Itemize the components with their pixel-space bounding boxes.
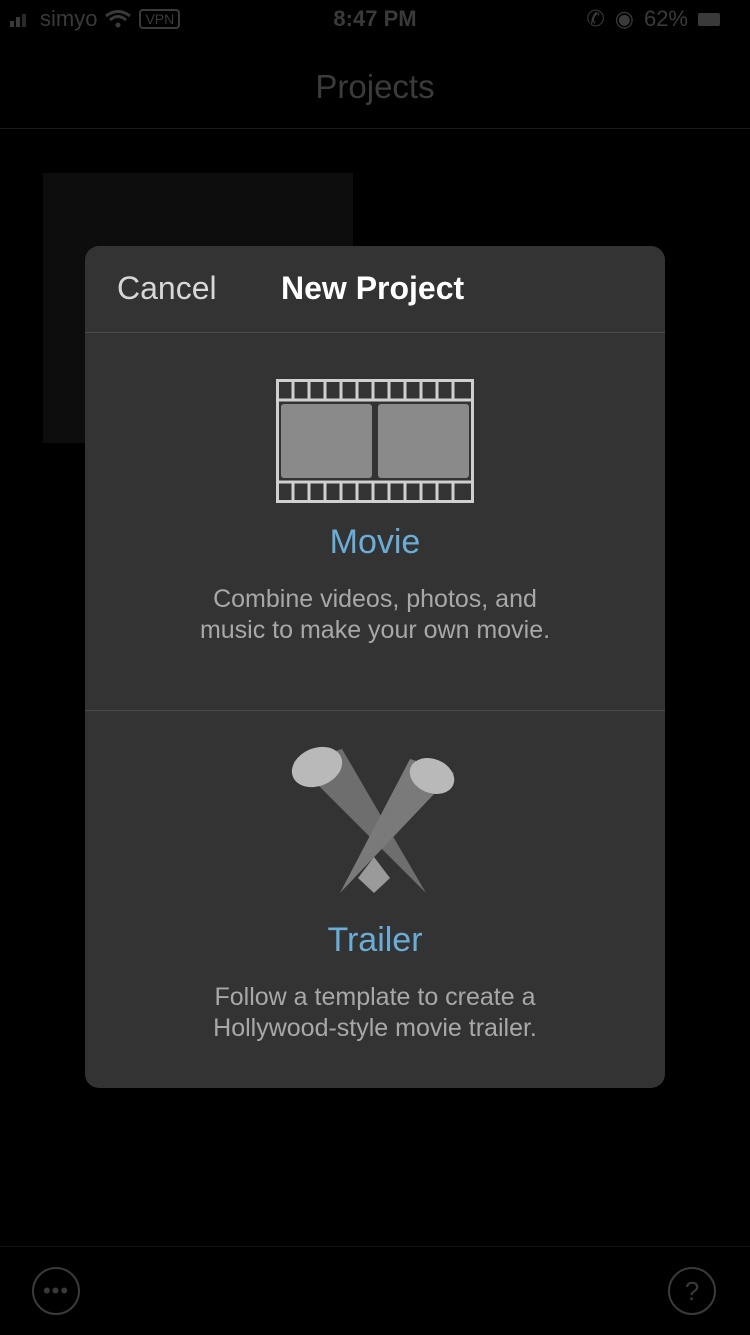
spotlights-icon (85, 745, 665, 905)
trailer-description-line2: Hollywood-style movie trailer. (213, 1014, 537, 1042)
nav-divider (0, 128, 750, 129)
status-bar: simyo VPN 8:47 PM ✆ ◉ 62% (0, 0, 750, 40)
movie-description-line2: music to make your own movie. (199, 616, 551, 644)
movie-label: Movie (329, 523, 421, 561)
cancel-button[interactable]: Cancel (117, 270, 217, 307)
phone-icon: ✆ (586, 6, 605, 31)
movie-description-line1: Combine videos, photos, and (213, 585, 537, 613)
trailer-label: Trailer (327, 921, 423, 959)
sheet-title: New Project (281, 270, 465, 306)
ellipsis-icon: ••• (42, 1278, 70, 1303)
help-label: ? (684, 1275, 700, 1306)
battery-icon (698, 12, 720, 26)
movie-option[interactable]: Movie Combine videos, photos, and music … (85, 333, 665, 711)
battery-percent: 62% (643, 6, 688, 31)
new-project-sheet: Cancel New Project Movie Combine videos,… (85, 246, 665, 1088)
sheet-header: Cancel New Project (85, 246, 665, 333)
film-strip-icon (85, 379, 665, 503)
orientation-lock-icon: ◉ (614, 6, 634, 31)
trailer-option[interactable]: Trailer Follow a template to create a Ho… (85, 711, 665, 1088)
page-title: Projects (315, 68, 435, 105)
status-right: ✆ ◉ 62% (586, 6, 720, 32)
bottom-toolbar: ••• ? (0, 1246, 750, 1335)
trailer-description-line1: Follow a template to create a (214, 983, 536, 1011)
help-button[interactable]: ? (668, 1267, 716, 1315)
more-button[interactable]: ••• (32, 1267, 80, 1315)
